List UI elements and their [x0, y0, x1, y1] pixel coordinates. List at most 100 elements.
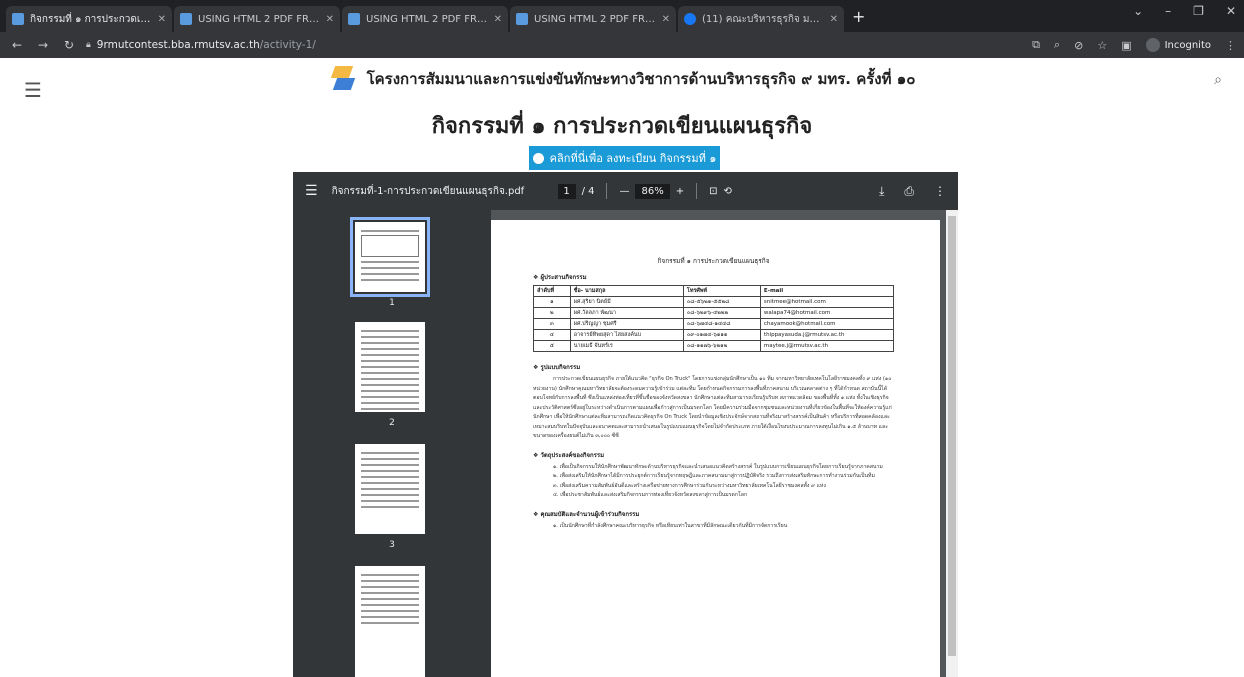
browser-tab[interactable]: (11) คณะบริหารธุรกิจ มทร.ศรีวิชัย | Sc ✕ — [678, 6, 844, 32]
zoom-in-icon[interactable]: + — [676, 186, 684, 197]
table-cell: ผศ.ปริญญา ชุมศรี — [569, 318, 684, 330]
tab-close-icon[interactable]: ✕ — [494, 14, 502, 25]
print-icon[interactable]: ⎙ — [904, 184, 914, 199]
zoom-out-icon[interactable]: — — [619, 186, 629, 197]
tab-close-icon[interactable]: ✕ — [158, 14, 166, 25]
paragraph: ๒. เพื่อส่งเสริมให้นักศึกษาได้มีการประยุ… — [553, 473, 875, 479]
tab-search-icon[interactable]: ⌄ — [1133, 4, 1143, 18]
table-cell: ๕ — [533, 340, 571, 352]
download-icon[interactable]: ⤓ — [879, 184, 884, 199]
forward-icon[interactable]: → — [34, 38, 52, 52]
more-menu-icon[interactable]: ⋮ — [1225, 39, 1236, 52]
side-panel-icon[interactable]: ▣ — [1121, 39, 1131, 52]
site-favicon-icon — [12, 13, 24, 25]
table-cell: ๑ — [533, 296, 571, 308]
address-bar-actions: ⧉ ⌕ ⊘ ☆ ▣ Incognito ⋮ — [1032, 38, 1236, 52]
eye-off-icon[interactable]: ⊘ — [1074, 39, 1083, 52]
close-window-icon[interactable]: ✕ — [1226, 4, 1236, 18]
table-cell: ๓ — [533, 318, 571, 330]
table-row: ๔ อาจารย์ทิพยสุดา ไสยสงค์นบ ๐๙-๐๑๗๔-๖๑๑๑… — [533, 329, 895, 341]
pdf-actions: ⤓ ⎙ ⋮ — [879, 184, 946, 199]
browser-tab-bar: กิจกรรมที่ ๑ การประกวดเขียนแผนธุรกิจ ✕ U… — [0, 0, 1244, 32]
thumbnail-sidebar: 1 2 3 — [293, 210, 491, 677]
table-cell: ๒ — [533, 307, 571, 319]
table-cell: ๔ — [533, 329, 571, 341]
table-cell: นายเมธี จันทร์เร — [569, 340, 684, 352]
paragraph: ๑. เพื่อเป็นกิจกรรมให้นักศึกษาพัฒนาทักษะ… — [553, 463, 883, 470]
pdf-page: กิจกรรมที่ ๑ การประกวดเขียนแผนธุรกิจ ❖ ผ… — [491, 220, 940, 677]
paragraph: การประกวดเขียนแผนธุรกิจ ภายใต้แนวคิด "ธุ… — [533, 376, 892, 439]
table-cell: ๐๘-๖๗๔๘-๑๔๔๘ — [682, 318, 761, 330]
maximize-icon[interactable]: ❐ — [1193, 4, 1204, 18]
table-row: ๓ ผศ.ปริญญา ชุมศรี ๐๘-๖๗๔๘-๑๔๔๘ chayamoo… — [533, 318, 895, 330]
table-cell: chayamook@hotmail.com — [759, 318, 895, 330]
table-cell: ๐๘-๕๖๒๑-๕๕๒๘ — [682, 296, 761, 308]
fit-page-icon[interactable]: ⊡ — [709, 186, 717, 197]
page-navigator: 1 / 4 — 86% + ⊡ ⟲ — [557, 183, 732, 199]
pdf-filename: กิจกรรมที่-1-การประกวดเขียนแผนธุรกิจ.pdf — [331, 185, 525, 197]
incognito-label: Incognito — [1164, 39, 1211, 51]
tab-title: USING HTML 2 PDF FROM TCPDF — [198, 13, 320, 25]
paragraph: ๑. เป็นนักศึกษาที่กำลังศึกษาคณะบริหารธุร… — [553, 522, 788, 529]
pdf-viewer: ☰ กิจกรรมที่-1-การประกวดเขียนแผนธุรกิจ.p… — [293, 172, 958, 677]
browser-tab[interactable]: กิจกรรมที่ ๑ การประกวดเขียนแผนธุรกิจ ✕ — [6, 6, 172, 32]
scrollbar-thumb[interactable] — [948, 216, 956, 656]
section-heading: ❖ คุณสมบัติและจำนวนผู้เข้าร่วมกิจกรรม — [533, 510, 640, 518]
minimize-icon[interactable]: – — [1165, 4, 1171, 18]
page-number-input[interactable]: 1 — [557, 183, 576, 199]
reload-icon[interactable]: ↻ — [60, 38, 78, 52]
translate-icon[interactable]: ⧉ — [1032, 38, 1040, 52]
url-host: 9rmutcontest.bba.rmutsv.ac.th — [96, 39, 260, 51]
site-logo[interactable] — [329, 64, 357, 94]
table-header: ลำดับที่ — [533, 285, 571, 297]
table-cell: ผศ.สุริยา นิตย์มี — [569, 296, 684, 308]
lock-icon[interactable]: 🔒︎ — [86, 40, 91, 50]
register-button[interactable]: คลิกที่นี่เพื่อ ลงทะเบียน กิจกรรมที่ ๑ — [529, 146, 720, 170]
page-total: / 4 — [581, 185, 595, 197]
browser-tab[interactable]: USING HTML 2 PDF FROM TCPDF ✕ — [342, 6, 508, 32]
table-cell: ๐๙-๐๑๗๔-๖๑๑๑ — [682, 329, 761, 341]
url-path: /activity-1/ — [259, 39, 316, 51]
tab-title: (11) คณะบริหารธุรกิจ มทร.ศรีวิชัย | Sc — [702, 13, 824, 25]
new-tab-button[interactable]: + — [846, 7, 873, 32]
thumbnail-number: 1 — [389, 298, 395, 308]
pdf-menu-icon[interactable]: ☰ — [305, 183, 318, 199]
address-bar: ← → ↻ 🔒︎ 9rmutcontest.bba.rmutsv.ac.th/a… — [0, 32, 1244, 58]
table-cell: maytee.j@rmutsv.ac.th — [759, 340, 895, 352]
incognito-badge[interactable]: Incognito — [1145, 38, 1211, 52]
back-icon[interactable]: ← — [8, 38, 26, 52]
document-scrollbar[interactable] — [946, 210, 958, 677]
coordinator-table: ลำดับที่ ชื่อ- นามสกุล โทรศัพท์ E-mail ๑… — [533, 285, 895, 352]
paragraph: ๓. เพื่อส่งเสริมความสัมพันธ์อันดีและสร้า… — [553, 482, 826, 489]
bookmark-star-icon[interactable]: ☆ — [1097, 39, 1107, 52]
window-controls: ⌄ – ❐ ✕ — [1133, 4, 1236, 18]
toolbar-divider — [606, 183, 608, 199]
pdf-more-icon[interactable]: ⋮ — [934, 184, 946, 199]
tab-close-icon[interactable]: ✕ — [830, 14, 838, 25]
site-header: โครงการสัมมนาและการแข่งขันทักษะทางวิชากา… — [0, 62, 1244, 96]
pdf-toolbar: ☰ กิจกรรมที่-1-การประกวดเขียนแผนธุรกิจ.p… — [293, 172, 958, 210]
page-thumbnail[interactable] — [350, 217, 430, 297]
document-area[interactable]: กิจกรรมที่ ๑ การประกวดเขียนแผนธุรกิจ ❖ ผ… — [491, 210, 958, 677]
section-heading: ❖ รูปแบบกิจกรรม — [533, 364, 581, 371]
table-cell: ผศ.วัลลภา พัฒนา — [569, 307, 684, 319]
browser-tab[interactable]: USING HTML 2 PDF FROM TCPDF ✕ — [510, 6, 676, 32]
zoom-icon[interactable]: ⌕ — [1054, 38, 1060, 52]
info-icon — [532, 152, 544, 164]
tab-title: กิจกรรมที่ ๑ การประกวดเขียนแผนธุรกิจ — [30, 13, 152, 25]
zoom-input[interactable]: 86% — [635, 183, 670, 199]
page-thumbnail[interactable] — [355, 444, 425, 534]
page-thumbnail[interactable] — [355, 322, 425, 412]
rotate-icon[interactable]: ⟲ — [724, 186, 732, 197]
site-favicon-icon — [348, 13, 360, 25]
url-field[interactable]: 9rmutcontest.bba.rmutsv.ac.th/activity-1… — [97, 39, 316, 51]
page-thumbnail[interactable] — [355, 566, 425, 677]
register-label: คลิกที่นี่เพื่อ ลงทะเบียน กิจกรรมที่ ๑ — [549, 152, 717, 165]
thumbnail-number: 3 — [389, 540, 395, 550]
table-cell: ๐๘-๑๑๗๖-๖๒๑๒ — [682, 340, 761, 352]
browser-tab[interactable]: USING HTML 2 PDF FROM TCPDF ✕ — [174, 6, 340, 32]
tab-close-icon[interactable]: ✕ — [662, 14, 670, 25]
table-cell: thippayasuda.j@rmutsv.ac.th — [759, 329, 895, 341]
page-content: ☰ ⌕ โครงการสัมมนาและการแข่งขันทักษะทางวิ… — [0, 58, 1244, 677]
tab-close-icon[interactable]: ✕ — [326, 14, 334, 25]
